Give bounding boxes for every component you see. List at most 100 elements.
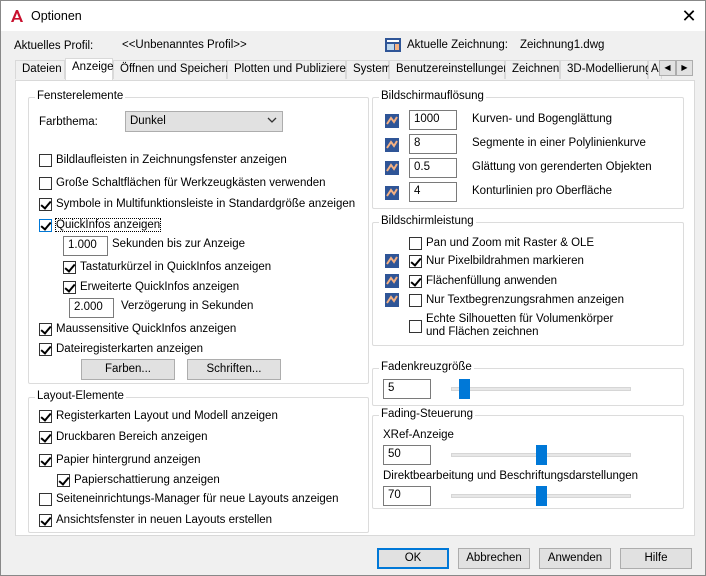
paper-shadow-checkbox[interactable]: [57, 474, 70, 487]
tab-benutzereinstellungen[interactable]: Benutzereinstellungen: [389, 60, 510, 79]
inplace-edit-label: Direktbearbeitung und Beschriftungsdarst…: [383, 470, 639, 482]
tab-oeffnen-speichern[interactable]: Öffnen und Speichern: [113, 60, 232, 79]
tab-scroll-right-icon[interactable]: ▶: [676, 60, 693, 76]
title-bar: Optionen ✕: [1, 1, 705, 31]
pan-zoom-raster-label: Pan und Zoom mit Raster & OLE: [426, 237, 595, 249]
drawing-setting-icon: [385, 274, 399, 288]
ribbon-icons-checkbox[interactable]: [39, 198, 52, 211]
tooltips-checkbox[interactable]: [39, 219, 52, 232]
pan-zoom-raster-checkbox[interactable]: [409, 237, 422, 250]
xref-slider-thumb[interactable]: [535, 445, 547, 465]
highlight-raster-frame-checkbox[interactable]: [409, 255, 422, 268]
tooltips-label: QuickInfos anzeigen: [54, 218, 162, 232]
silhouettes-checkbox[interactable]: [409, 320, 422, 333]
autocad-logo-icon: [9, 8, 25, 24]
profile-label: Aktuelles Profil:: [14, 40, 94, 52]
display-panel: Fensterelemente Farbthema: Dunkel Bildla…: [15, 80, 695, 536]
text-boundary-label: Nur Textbegrenzungsrahmen anzeigen: [426, 294, 624, 306]
silhouettes-label-line2: und Flächen zeichnen: [426, 326, 539, 338]
tab-scroll-arrows: ◀ ▶: [659, 60, 693, 76]
inplace-edit-input[interactable]: 70: [383, 486, 431, 506]
paper-background-checkbox[interactable]: [39, 454, 52, 467]
xref-fading-input[interactable]: 50: [383, 445, 431, 465]
resolution-title: Bildschirmauflösung: [379, 90, 486, 102]
drawing-setting-icon: [385, 293, 399, 307]
window-elements-title: Fensterelemente: [35, 90, 126, 102]
viewport-label: Ansichtsfenster in neuen Layouts erstell…: [56, 514, 273, 526]
color-theme-label: Farbthema:: [39, 116, 98, 128]
color-theme-select[interactable]: Dunkel: [125, 111, 283, 132]
extended-tooltips-checkbox[interactable]: [63, 281, 76, 294]
inplace-edit-slider-thumb[interactable]: [535, 486, 547, 506]
window-elements-group: Fensterelemente Farbthema: Dunkel Bildla…: [28, 90, 369, 384]
apply-solid-fill-label: Flächenfüllung anwenden: [426, 275, 558, 287]
rollover-tooltips-label: Maussensitive QuickInfos anzeigen: [56, 323, 237, 335]
ok-button[interactable]: OK: [377, 548, 449, 569]
close-icon[interactable]: ✕: [677, 5, 701, 27]
arc-smoothness-label: Kurven- und Bogenglättung: [472, 113, 613, 125]
cancel-button[interactable]: Abbrechen: [458, 548, 530, 569]
extended-delay-input[interactable]: 2.000: [69, 298, 114, 318]
text-boundary-checkbox[interactable]: [409, 294, 422, 307]
render-smoothness-input[interactable]: 0.5: [409, 158, 457, 178]
tab-scroll-left-icon[interactable]: ◀: [659, 60, 676, 76]
colors-button[interactable]: Farben...: [81, 359, 175, 380]
printable-area-checkbox[interactable]: [39, 431, 52, 444]
drawing-setting-icon: [385, 114, 399, 128]
printable-area-label: Druckbaren Bereich anzeigen: [56, 431, 208, 443]
tooltip-delay-input[interactable]: 1.000: [63, 236, 108, 256]
crosshair-slider-track[interactable]: [451, 387, 631, 391]
tab-zeichnen[interactable]: Zeichnen: [505, 60, 560, 79]
crosshair-slider-thumb[interactable]: [459, 379, 471, 399]
crosshair-size-input[interactable]: 5: [383, 379, 431, 399]
tab-system[interactable]: System: [346, 60, 391, 79]
extended-tooltips-label: Erweiterte QuickInfos anzeigen: [80, 281, 240, 293]
apply-button[interactable]: Anwenden: [539, 548, 611, 569]
apply-solid-fill-checkbox[interactable]: [409, 275, 422, 288]
tab-3d-modellierung[interactable]: 3D-Modellierung: [560, 60, 651, 79]
shortcut-tooltips-label: Tastaturkürzel in QuickInfos anzeigen: [80, 261, 272, 273]
contour-lines-label: Konturlinien pro Oberfläche: [472, 185, 612, 197]
paper-shadow-label: Papierschattierung anzeigen: [74, 474, 220, 486]
drawing-setting-icon: [385, 161, 399, 175]
tab-dateien[interactable]: Dateien: [15, 60, 65, 79]
fonts-button[interactable]: Schriften...: [187, 359, 281, 380]
drawing-value: Zeichnung1.dwg: [520, 39, 605, 51]
layout-elements-title: Layout-Elemente: [35, 390, 126, 402]
large-buttons-label: Große Schaltflächen für Werkzeugkästen v…: [56, 177, 326, 189]
polyline-segments-input[interactable]: 8: [409, 134, 457, 154]
drawing-setting-icon: [385, 186, 399, 200]
scrollbars-checkbox[interactable]: [39, 154, 52, 167]
polyline-segments-label: Segmente in einer Polylinienkurve: [472, 137, 646, 149]
performance-title: Bildschirmleistung: [379, 215, 476, 227]
render-smoothness-label: Glättung von gerenderten Objekten: [472, 161, 652, 173]
layout-tabs-label: Registerkarten Layout und Modell anzeige…: [56, 410, 278, 422]
drawing-setting-icon: [385, 138, 399, 152]
file-tabs-label: Dateiregisterkarten anzeigen: [56, 343, 204, 355]
scrollbars-label: Bildlaufleisten in Zeichnungsfenster anz…: [56, 154, 287, 166]
layout-tabs-checkbox[interactable]: [39, 410, 52, 423]
tab-anzeige[interactable]: Anzeige: [65, 58, 114, 80]
drawing-setting-icon: [385, 254, 399, 268]
options-dialog: Optionen ✕ Aktuelles Profil: <<Unbenannt…: [0, 0, 706, 576]
chevron-down-icon: [267, 117, 277, 123]
help-button[interactable]: Hilfe: [620, 548, 692, 569]
tab-plotten-publizieren[interactable]: Plotten und Publizieren: [227, 60, 352, 79]
rollover-tooltips-checkbox[interactable]: [39, 323, 52, 336]
highlight-raster-frame-label: Nur Pixelbildrahmen markieren: [426, 255, 584, 267]
file-tabs-checkbox[interactable]: [39, 343, 52, 356]
contour-lines-input[interactable]: 4: [409, 182, 457, 202]
shortcut-tooltips-checkbox[interactable]: [63, 261, 76, 274]
resolution-group: Bildschirmauflösung 1000 Kurven- und Bog…: [372, 90, 684, 209]
performance-group: Bildschirmleistung Pan und Zoom mit Rast…: [372, 215, 684, 346]
fading-title: Fading-Steuerung: [379, 408, 476, 420]
extended-delay-label: Verzögerung in Sekunden: [121, 300, 254, 312]
large-buttons-checkbox[interactable]: [39, 177, 52, 190]
color-theme-value: Dunkel: [130, 115, 166, 127]
silhouettes-label: Echte Silhouetten für Volumenkörper: [426, 313, 614, 325]
viewport-checkbox[interactable]: [39, 514, 52, 527]
layout-elements-group: Layout-Elemente Registerkarten Layout un…: [28, 390, 369, 533]
drawing-label: Aktuelle Zeichnung:: [407, 39, 509, 51]
arc-smoothness-input[interactable]: 1000: [409, 110, 457, 130]
page-setup-manager-checkbox[interactable]: [39, 493, 52, 506]
